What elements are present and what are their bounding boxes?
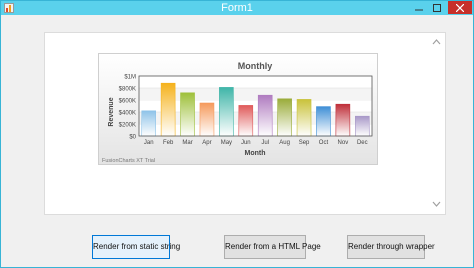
x-tick-label: Mar — [182, 140, 192, 146]
x-tick-label: Oct — [319, 140, 329, 146]
y-tick-label: $800K — [119, 87, 136, 93]
y-tick-label: $1M — [124, 75, 136, 81]
bar-jun[interactable] — [238, 105, 254, 137]
render-wrapper-button[interactable]: Render through wrapper — [347, 235, 435, 259]
render-static-button[interactable]: Render from static string — [92, 235, 180, 259]
x-tick-label: Jun — [241, 140, 251, 146]
x-axis-label: Month — [245, 150, 266, 157]
x-tick-label: Aug — [279, 140, 290, 146]
revenue-chart: Monthly Revenue Month FusionCharts XT Tr… — [102, 61, 373, 164]
bar-jan[interactable] — [141, 110, 156, 137]
maximize-icon — [433, 3, 441, 12]
x-tick-label: Apr — [202, 140, 211, 146]
web-browser-control[interactable]: Monthly Revenue Month FusionCharts XT Tr… — [44, 32, 446, 215]
x-tick-label: May — [221, 140, 232, 146]
vertical-scrollbar[interactable] — [428, 33, 445, 214]
y-axis-label: Revenue — [108, 97, 115, 126]
y-tick-label: $0 — [129, 135, 136, 141]
plot-area: $0 $200K $400K $600K $800K $1M Jan Feb Mar Apr May… — [119, 75, 373, 146]
x-tick-label: Sep — [299, 140, 310, 146]
bar-jul[interactable] — [257, 94, 273, 137]
scroll-up-icon[interactable] — [431, 38, 442, 46]
close-icon — [456, 3, 464, 12]
bar-dec[interactable] — [355, 115, 370, 137]
form-client-area: Monthly Revenue Month FusionCharts XT Tr… — [2, 15, 472, 267]
maximize-button[interactable] — [429, 1, 445, 14]
chart-footer: FusionCharts XT Trial — [102, 158, 155, 164]
bar-mar[interactable] — [180, 92, 195, 137]
app-window: Form1 Monthly Revenue Month FusionCharts… — [0, 0, 474, 268]
x-tick-label: Dec — [357, 140, 368, 146]
render-html-button[interactable]: Render from a HTML Page — [224, 235, 321, 259]
bar-oct[interactable] — [316, 106, 331, 137]
x-tick-label: Jan — [144, 140, 154, 146]
minimize-button[interactable] — [411, 1, 427, 14]
title-bar[interactable]: Form1 — [1, 1, 473, 15]
chart-container: Monthly Revenue Month FusionCharts XT Tr… — [98, 53, 378, 165]
bar-may[interactable] — [219, 87, 234, 137]
y-tick-label: $400K — [119, 111, 136, 117]
bar-aug[interactable] — [277, 98, 292, 137]
close-button[interactable] — [448, 1, 472, 14]
scroll-down-icon[interactable] — [431, 200, 442, 208]
x-tick-label: Nov — [338, 140, 349, 146]
window-title: Form1 — [221, 2, 253, 14]
bar-apr[interactable] — [199, 102, 215, 137]
y-tick-label: $200K — [119, 123, 136, 129]
x-tick-label: Jul — [261, 140, 269, 146]
chart-title: Monthly — [238, 61, 273, 71]
bar-nov[interactable] — [335, 103, 351, 137]
y-tick-label: $600K — [119, 99, 136, 105]
x-tick-label: Feb — [163, 140, 174, 146]
bar-sep[interactable] — [296, 99, 312, 137]
minimize-icon — [415, 9, 423, 10]
bar-feb[interactable] — [160, 82, 176, 137]
